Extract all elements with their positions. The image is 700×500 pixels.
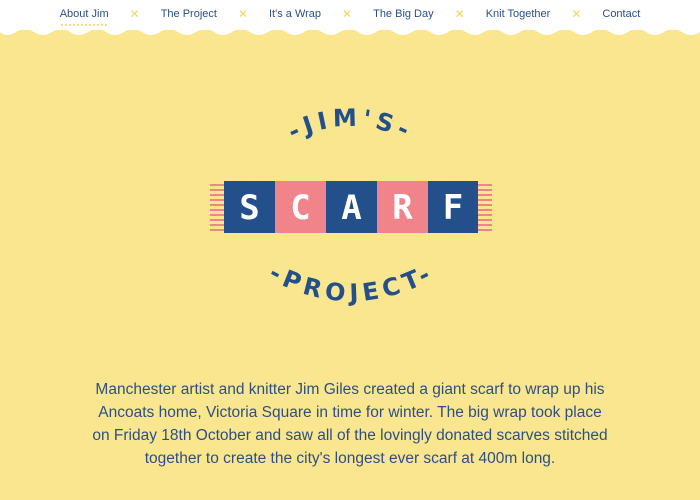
intro-paragraph: Manchester artist and knitter Jim Giles … — [92, 381, 608, 467]
nav-link-knit-together[interactable]: Knit Together — [486, 7, 551, 21]
logo-bottom-text: -PROJECT- — [265, 258, 439, 307]
scarf-fringe-left — [210, 184, 224, 231]
nav-separator-icon: ✕ — [454, 7, 465, 21]
nav-link-the-big-day[interactable]: The Big Day — [373, 7, 434, 21]
scarf-letter: C — [290, 188, 310, 228]
nav-separator-icon: ✕ — [237, 7, 248, 21]
scarf-letter: A — [341, 188, 361, 228]
main-nav: About Jim ✕ The Project ✕ It's a Wrap ✕ … — [0, 0, 700, 28]
nav-link-contact[interactable]: Contact — [602, 7, 640, 21]
scarf-letter: R — [392, 188, 413, 228]
nav-separator-icon: ✕ — [571, 7, 582, 21]
nav-separator-icon: ✕ — [342, 7, 353, 21]
scarf-letter: S — [239, 188, 259, 228]
wavy-edge-divider — [0, 26, 700, 35]
nav-link-the-project[interactable]: The Project — [161, 7, 217, 21]
nav-link-about-jim[interactable]: About Jim — [59, 7, 109, 26]
nav-link-its-a-wrap[interactable]: It's a Wrap — [269, 7, 321, 21]
scarf-letter: F — [443, 188, 463, 228]
scarf-fringe-right — [478, 184, 492, 231]
nav-separator-icon: ✕ — [129, 7, 140, 21]
scarf-graphic: S C A R F — [210, 181, 492, 233]
logo-top-text: -JIM'S- — [284, 104, 418, 146]
